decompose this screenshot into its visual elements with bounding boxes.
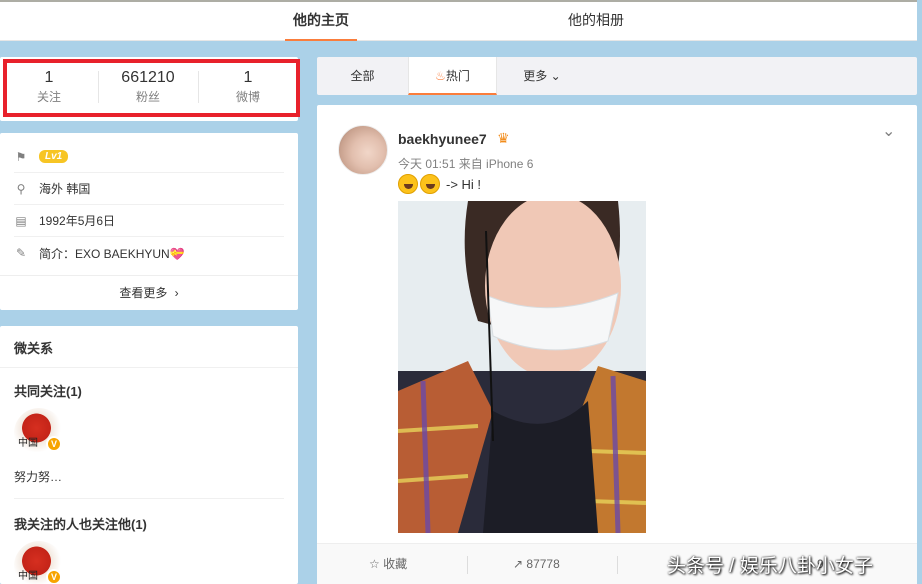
- grinning-emoji-icon: [420, 174, 440, 194]
- birthday-row: ▤ 1992年5月6日: [14, 205, 284, 237]
- verified-icon: V: [46, 569, 62, 584]
- divider: [467, 556, 468, 574]
- red-highlight-box: [3, 59, 300, 117]
- chevron-right-icon: ›: [174, 286, 179, 300]
- post-card: baekhyunee7 ♛ 今天 01:51 来自 iPhone 6 -> Hi…: [317, 105, 917, 584]
- post-text: -> Hi !: [398, 174, 481, 194]
- profile-info-card: ⚑ Lv1 ⚲ 海外 韩国 ▤ 1992年5月6日 ✎ 简介：EXO BAEKH…: [0, 133, 298, 310]
- birthday-text: 1992年5月6日: [39, 214, 116, 228]
- divider: [617, 556, 618, 574]
- location-pin-icon: ⚲: [16, 181, 26, 196]
- common-follow-heading[interactable]: 共同关注(1): [14, 381, 82, 400]
- tab-album[interactable]: 他的相册: [568, 0, 624, 41]
- watermark: 头条号 / 娱乐八卦小女子: [667, 556, 873, 577]
- tab-more[interactable]: 更多 ⌄: [507, 57, 577, 95]
- bio-text: 简介：EXO BAEKHYUN💝: [39, 246, 185, 261]
- location-row: ⚲ 海外 韩国: [14, 173, 284, 205]
- repost-count: 87778: [526, 557, 560, 571]
- avatar[interactable]: [338, 125, 388, 175]
- tab-hot[interactable]: ♨热门: [408, 57, 497, 95]
- divider: [14, 498, 284, 499]
- bookmark-icon: ⚑: [15, 149, 27, 164]
- see-more-link[interactable]: 查看更多 ›: [0, 275, 298, 310]
- flame-icon: ♨: [435, 69, 446, 83]
- chevron-down-icon[interactable]: ⌄: [882, 121, 895, 141]
- cake-icon: ▤: [15, 213, 27, 228]
- star-icon: ☆: [369, 557, 380, 571]
- verified-icon: V: [46, 436, 62, 452]
- chevron-down-icon: ⌄: [550, 69, 561, 83]
- edit-icon: ✎: [15, 246, 27, 260]
- bio-row: ✎ 简介：EXO BAEKHYUN💝: [14, 237, 284, 269]
- favorite-label: 收藏: [383, 557, 408, 571]
- repost-button[interactable]: ↗ 87778: [513, 544, 560, 584]
- location-text: 海外 韩国: [39, 182, 91, 196]
- avatar-caption: 中国: [18, 438, 38, 449]
- relations-title: 微关系: [14, 341, 54, 356]
- also-follow-heading[interactable]: 我关注的人也关注他(1): [14, 514, 147, 533]
- divider: [0, 367, 298, 368]
- laughing-emoji-icon: [398, 174, 418, 194]
- post-meta: 今天 01:51 来自 iPhone 6: [398, 157, 534, 171]
- see-more-label: 查看更多: [119, 286, 168, 300]
- cover-edge: [0, 0, 917, 2]
- tab-more-label: 更多: [523, 69, 548, 83]
- favorite-button[interactable]: ☆ 收藏: [369, 544, 407, 584]
- level-badge[interactable]: Lv1: [39, 150, 69, 163]
- repost-icon: ↗: [513, 557, 524, 571]
- tab-home[interactable]: 他的主页: [285, 0, 357, 41]
- relations-card: 微关系 共同关注(1) 中国 V 努力努… 我关注的人也关注他(1) 中国 V: [0, 326, 298, 584]
- post-author[interactable]: baekhyunee7: [398, 131, 487, 147]
- feed-tabs: 全部 ♨热门 更多 ⌄: [317, 57, 917, 95]
- profile-nav-bar: 他的主页 他的相册: [0, 0, 917, 41]
- avatar-caption: 中国: [18, 571, 38, 582]
- post-body: -> Hi !: [446, 176, 482, 192]
- tab-hot-label: 热门: [445, 69, 470, 83]
- level-row: ⚑ Lv1: [14, 141, 284, 173]
- post-photo[interactable]: [398, 201, 646, 533]
- tab-all[interactable]: 全部: [317, 57, 408, 95]
- common-follow-name[interactable]: 努力努…: [14, 468, 62, 485]
- crown-icon: ♛: [497, 130, 510, 146]
- photo-illustration: [398, 201, 646, 533]
